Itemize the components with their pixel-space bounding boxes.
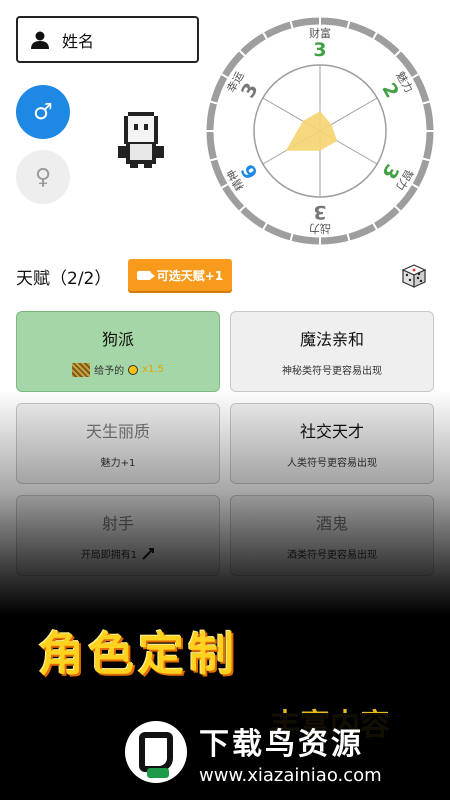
character-avatar: [118, 112, 164, 168]
radar-stat-value: 3: [313, 39, 326, 61]
radar-stat: 精神6: [224, 160, 263, 193]
watermark-banner: 下载鸟资源 www.xiazainiao.com: [117, 713, 433, 791]
ad-button-label: 可选天赋+1: [156, 268, 224, 283]
talent-card-title: 酒鬼: [315, 514, 348, 533]
female-button[interactable]: ♀: [16, 150, 70, 204]
talent-card-title: 射手: [101, 514, 134, 533]
video-icon: [136, 270, 155, 280]
talent-card-drunkard[interactable]: 酒鬼 酒类符号更容易出现: [230, 495, 434, 576]
radar-stat-value: 3: [313, 201, 326, 223]
watermark-url: www.xiazainiao.com: [199, 764, 382, 786]
name-placeholder: 姓名: [62, 31, 95, 51]
talent-card-natural-beauty[interactable]: 天生丽质 魅力+1: [16, 403, 220, 484]
talent-card-title: 天生丽质: [85, 422, 150, 441]
radar-stat: 战力3: [309, 201, 331, 235]
watermark-name: 下载鸟资源: [199, 726, 364, 762]
radar-stat: 财富3: [309, 26, 331, 61]
radar-stat-value: 2: [377, 79, 403, 101]
talent-card-title: 狗派: [101, 330, 134, 349]
person-icon: [31, 31, 49, 49]
name-field[interactable]: 姓名: [16, 16, 199, 63]
arrow-icon: [142, 547, 155, 560]
talent-card-title: 魔法亲和: [299, 330, 364, 349]
talent-card-title: 社交天才: [299, 422, 364, 441]
talent-card-desc: 酒类符号更容易出现: [287, 550, 377, 561]
male-icon: ♂: [33, 99, 53, 125]
bird-logo-icon: [125, 721, 187, 783]
radar-stat-value: 6: [237, 160, 263, 182]
promo-headline: 角色定制: [38, 627, 238, 681]
talent-card-magic-affinity[interactable]: 魔法亲和 神秘类符号更容易出现: [230, 311, 434, 392]
talent-card-desc: 魅力+1: [100, 458, 136, 469]
radar-stat: 智力3: [377, 160, 416, 193]
radar-stat: 魅力2: [377, 69, 416, 102]
talent-card-desc: 人类符号更容易出现: [287, 458, 377, 469]
dog-icon: [72, 362, 91, 377]
talent-card-archer[interactable]: 射手 开局即拥有1: [16, 495, 220, 576]
talent-card-desc: 开局即拥有1: [81, 546, 155, 561]
talent-card-desc: 神秘类符号更容易出现: [282, 366, 382, 377]
stats-radar: 财富3魅力2智力3战力3精神6幸运3: [206, 17, 434, 245]
radar-stat-value: 3: [377, 160, 403, 182]
talent-card-dog[interactable]: 狗派 给予的 x1.5: [16, 311, 220, 392]
extra-talent-ad-button[interactable]: 可选天赋+1: [128, 259, 232, 291]
dice-icon[interactable]: [401, 263, 427, 289]
radar-stat-label: 财富: [309, 26, 331, 40]
male-button[interactable]: ♂: [16, 85, 70, 139]
talent-card-social-genius[interactable]: 社交天才 人类符号更容易出现: [230, 403, 434, 484]
radar-stat: 幸运3: [224, 69, 263, 101]
talent-card-desc: 给予的 x1.5: [72, 362, 164, 377]
talent-title: 天赋（2/2）: [16, 269, 112, 289]
radar-area: [285, 111, 338, 151]
female-icon: ♀: [34, 164, 52, 190]
radar-stat-value: 3: [237, 79, 263, 101]
coin-icon: [128, 364, 139, 375]
